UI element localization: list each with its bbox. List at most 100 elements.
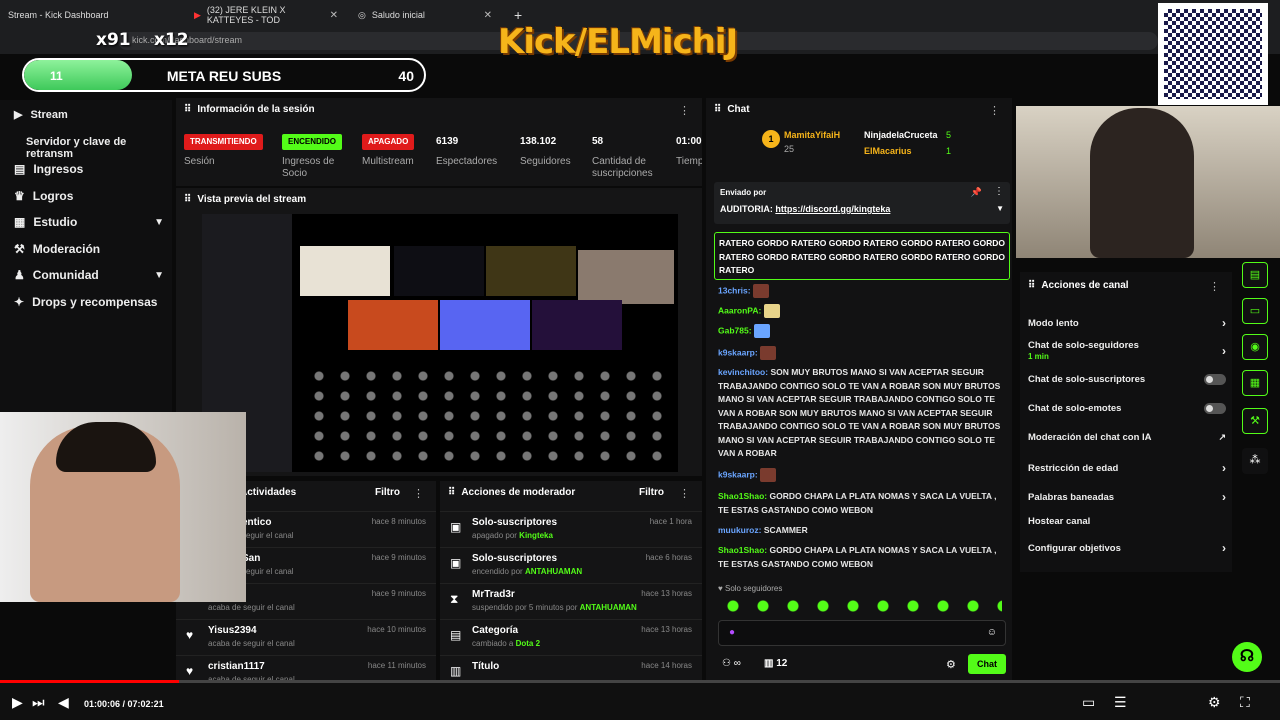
- chat-input[interactable]: ● ☺: [718, 620, 1006, 646]
- row-name: cristian1117: [208, 661, 265, 672]
- action-age-restriction[interactable]: Restricción de edad ›: [1028, 461, 1226, 475]
- panel-title: Actividades: [240, 487, 297, 498]
- seek-fill: [0, 680, 180, 683]
- emoji-icon[interactable]: ☺: [987, 627, 997, 638]
- sidebar-label: Drops y recompensas: [32, 295, 158, 309]
- pinned-by: Enviado por: [720, 188, 767, 197]
- people-icon[interactable]: ⚇ ∞: [722, 658, 741, 669]
- viewer-count: ▥ 12: [764, 658, 788, 669]
- subtitles-icon[interactable]: ☰: [1114, 694, 1127, 711]
- miniplayer-icon[interactable]: ▭: [1082, 694, 1095, 711]
- tab-saludo[interactable]: ◎ Saludo inicial ✕: [350, 4, 500, 26]
- pinned-link[interactable]: https://discord.gg/kingteka: [775, 204, 890, 214]
- top-gifter-name: MamitaYifaiH: [784, 130, 841, 140]
- gear-icon[interactable]: ⚙: [946, 658, 956, 671]
- more-icon[interactable]: ⋮: [679, 104, 690, 117]
- tab-label: (32) JERE KLEIN X KATTEYES - TOD: [206, 5, 286, 25]
- preview-member-grid: [306, 366, 672, 462]
- action-configure-goals[interactable]: Configurar objetivos ›: [1028, 541, 1226, 555]
- sidebar-item-comunidad[interactable]: ♟ Comunidad ▼: [14, 268, 164, 282]
- stream-preview-panel: ⠿ Vista previa del stream: [176, 188, 702, 476]
- emote-bar[interactable]: [718, 598, 1002, 614]
- modaction-row: ▣ Solo-suscriptores apagado por Kingteka ha…: [440, 511, 702, 546]
- sidebar-label: Ingresos: [33, 162, 84, 176]
- sidebar-label: Stream: [30, 108, 68, 121]
- preview-tile: [300, 246, 390, 296]
- heart-icon: ♥: [186, 664, 194, 678]
- close-icon[interactable]: ✕: [330, 10, 338, 21]
- panel-title: Vista previa del stream: [197, 194, 307, 205]
- row-sub: seguir el canal: [242, 531, 294, 540]
- sidebar-item-ingresos[interactable]: ▤ Ingresos: [14, 162, 164, 176]
- stream-preview-video[interactable]: [202, 214, 678, 472]
- share-icon[interactable]: ⁂: [1242, 448, 1268, 474]
- row-sub: cambiado a Dota 2: [472, 639, 541, 648]
- tab-youtube[interactable]: ▶ (32) JERE KLEIN X KATTEYES - TOD ✕: [186, 4, 346, 26]
- top-gifter-rank-icon: 1: [762, 130, 780, 148]
- action-slow-mode[interactable]: Modo lento ›: [1028, 316, 1226, 330]
- row-name: Solo-suscriptores: [472, 517, 558, 528]
- row-time: hace 9 minutos: [371, 553, 426, 562]
- action-emotes-only[interactable]: Chat de solo-emotes: [1028, 403, 1226, 414]
- more-icon[interactable]: ⋮: [679, 487, 690, 500]
- modaction-row: ▤ Categoría cambiado a Dota 2 hace 13 horas: [440, 619, 702, 654]
- volume-icon[interactable]: ◀: [58, 694, 69, 711]
- tab-label: Saludo inicial: [371, 10, 425, 20]
- preview-tile: [532, 300, 622, 350]
- chat-bubble-icon[interactable]: ▭: [1242, 298, 1268, 324]
- action-host-channel[interactable]: Hostear canal: [1028, 516, 1226, 527]
- sidebar-label: Estudio: [33, 215, 78, 229]
- external-link-icon: ↗: [1218, 432, 1226, 442]
- action-banned-words[interactable]: Palabras baneadas ›: [1028, 490, 1226, 504]
- filter-button[interactable]: Filtro: [375, 487, 400, 498]
- row-sub: suspendido por 5 minutos por ANTAHUAMAN: [472, 603, 637, 612]
- badge-count-right: x12: [154, 30, 189, 50]
- wrench-icon[interactable]: ⚒: [1242, 408, 1268, 434]
- pinned-message[interactable]: Enviado por AUDITORIA: https://discord.g…: [714, 182, 1010, 224]
- row-time: hace 1 hora: [649, 517, 692, 526]
- sidebar-item-moderacion[interactable]: ⚒ Moderación: [14, 242, 164, 256]
- status-pill-multistream: APAGADO: [362, 134, 415, 150]
- sidebar-item-server-key[interactable]: Servidor y clave de retransm: [26, 136, 176, 160]
- top-gifter-name: NinjadelaCruceta: [864, 130, 938, 140]
- emote-icon: [760, 346, 777, 360]
- play-icon[interactable]: ▶: [12, 694, 23, 711]
- panel-header: ⠿ Chat: [714, 104, 750, 115]
- action-followers-only[interactable]: Chat de solo-seguidores 1 min ›: [1028, 340, 1226, 362]
- support-button[interactable]: ☊: [1232, 642, 1262, 672]
- more-icon[interactable]: ⋮: [1209, 280, 1220, 293]
- more-icon[interactable]: ⋮: [989, 104, 1000, 117]
- action-ai-moderation[interactable]: Moderación del chat con IA ↗: [1028, 432, 1226, 443]
- sidebar-item-stream[interactable]: ▶ Stream: [14, 108, 164, 122]
- notes-icon[interactable]: ▤: [1242, 262, 1268, 288]
- sidebar-item-logros[interactable]: ♛ Logros: [14, 189, 164, 203]
- row-sub: apagado por Kingteka: [472, 531, 553, 540]
- status-pill-session: TRANSMITIENDO: [184, 134, 263, 150]
- close-icon[interactable]: ✕: [484, 10, 492, 21]
- title-icon: ▥: [450, 664, 462, 678]
- preview-tile: [486, 246, 576, 296]
- next-icon[interactable]: ⏭: [32, 694, 45, 711]
- sidebar-item-drops[interactable]: ✦ Drops y recompensas: [14, 295, 164, 309]
- more-icon[interactable]: ⋮: [413, 487, 424, 500]
- row-name: Categoría: [472, 625, 519, 636]
- seek-bar[interactable]: [0, 680, 1280, 683]
- stat-viewers: 6139: [436, 136, 459, 147]
- broadcast-icon[interactable]: ◉: [1242, 334, 1268, 360]
- panel-title: Chat: [727, 104, 750, 115]
- brand-logo: Kick/ELMichiJ: [498, 22, 738, 62]
- action-subs-only[interactable]: Chat de solo-suscriptores: [1028, 374, 1226, 385]
- people-icon: ♟: [14, 268, 25, 282]
- settings-icon[interactable]: ⚙: [1208, 694, 1221, 711]
- filter-button[interactable]: Filtro: [639, 487, 664, 498]
- panel-header: ⠿ Información de la sesión: [184, 104, 315, 115]
- more-icon[interactable]: ⋮: [994, 186, 1004, 197]
- fullscreen-icon[interactable]: ⛶: [1240, 694, 1250, 711]
- pin-icon[interactable]: 📌: [971, 187, 982, 198]
- layout-icon[interactable]: ▦: [1242, 370, 1268, 396]
- sidebar-item-estudio[interactable]: ▦ Estudio ▼: [14, 215, 164, 229]
- stat-label: Cantidad de suscripciones: [592, 156, 653, 179]
- preview-tile-discord: [440, 300, 530, 350]
- chevron-down-icon[interactable]: ▼: [996, 204, 1004, 213]
- send-chat-button[interactable]: Chat: [968, 654, 1006, 674]
